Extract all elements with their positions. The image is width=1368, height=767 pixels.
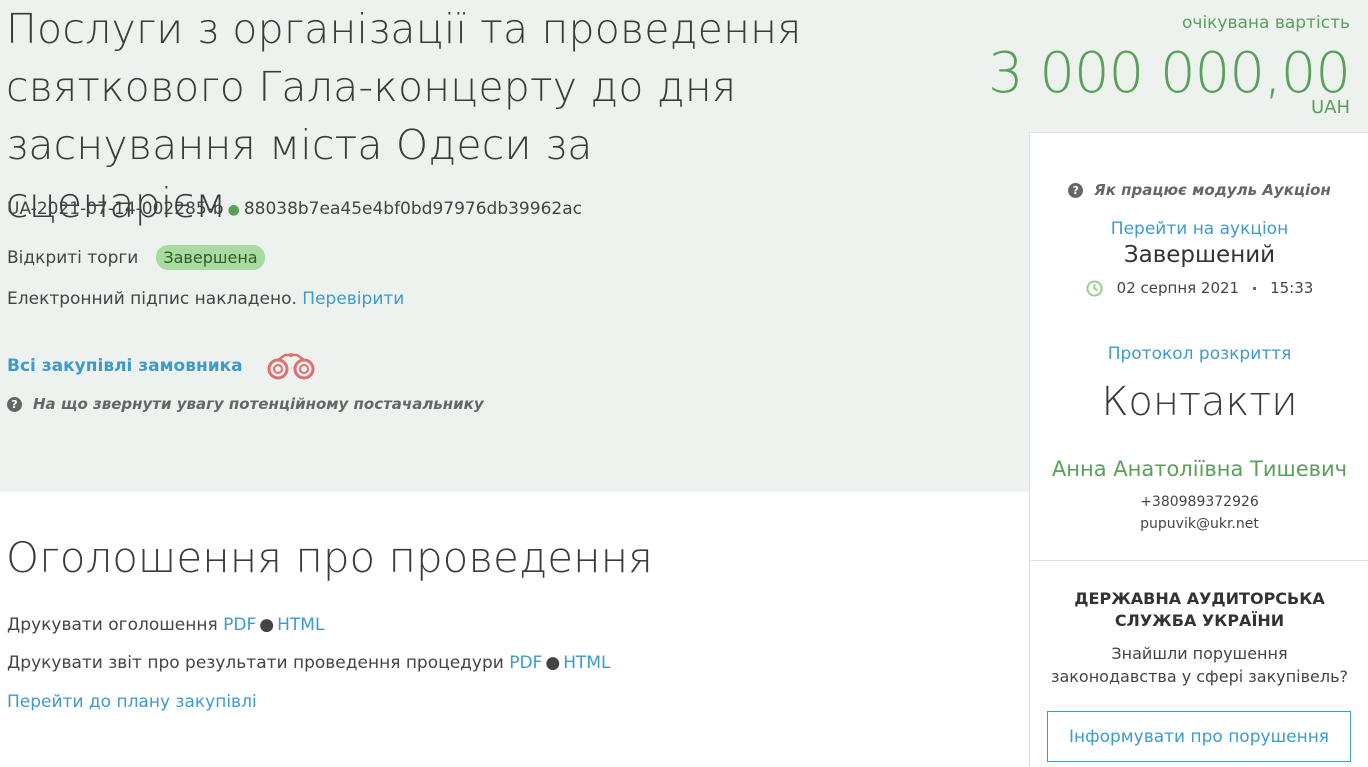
separator-dot: ● — [227, 202, 240, 218]
auction-date: 02 серпня 2021 — [1116, 279, 1240, 297]
verify-signature-link[interactable]: Перевірити — [302, 289, 404, 309]
contact-name: Анна Анатоліївна Тишевич — [1051, 457, 1348, 481]
separator-square — [1253, 286, 1257, 290]
separator-dot: ● — [545, 653, 561, 673]
auction-status: Завершений — [1123, 242, 1276, 268]
all-purchases-link[interactable]: Всі закупівлі замовника — [7, 356, 243, 376]
question-circle-icon: ? — [1068, 182, 1084, 198]
procurement-plan-link[interactable]: Перейти до плану закупівлі — [7, 692, 257, 712]
audit-service-title: ДЕРЖАВНА АУДИТОРСЬКА СЛУЖБА УКРАЇНИ — [1030, 588, 1368, 632]
tender-id: UA-2021-07-14-002285-b — [7, 199, 224, 219]
print-announcement-html-link[interactable]: HTML — [277, 615, 324, 635]
opening-protocol-link[interactable]: Протокол розкриття — [1030, 344, 1368, 364]
print-report-pdf-link[interactable]: PDF — [509, 653, 542, 673]
right-sidebar: ? Як працює модуль Аукціон Перейти на ау… — [1029, 132, 1368, 767]
auction-help-row[interactable]: ? Як працює модуль Аукціон — [1030, 181, 1368, 199]
print-report-label: Друкувати звіт про результати проведення… — [7, 653, 504, 673]
print-announcement-label: Друкувати оголошення — [7, 615, 218, 635]
supplier-help-row[interactable]: ? На що звернути увагу потенційному пост… — [7, 395, 484, 413]
contacts-title: Контакти — [1101, 379, 1298, 425]
print-announcement-row: Друкувати оголошення PDF ● HTML — [7, 615, 324, 635]
clock-icon — [1086, 279, 1103, 297]
procedure-type: Відкриті торги — [7, 247, 139, 268]
auction-time: 15:33 — [1270, 279, 1314, 297]
procedure-line: Відкриті торги Завершена — [7, 245, 265, 270]
contact-email: pupuvik@ukr.net — [1140, 516, 1259, 532]
report-violation-button[interactable]: Інформувати про порушення — [1047, 711, 1351, 762]
question-circle-icon: ? — [7, 396, 22, 412]
announcement-title: Оголошення про проведення — [6, 533, 653, 582]
separator-dot: ● — [259, 615, 275, 635]
auction-help-text[interactable]: Як працює модуль Аукціон — [1094, 181, 1331, 199]
audit-title-line1: ДЕРЖАВНА АУДИТОРСЬКА — [1074, 589, 1325, 608]
tender-hash: 88038b7ea45e4bf0bd97976db39962ac — [243, 199, 582, 219]
auction-datetime: 02 серпня 2021 15:33 — [1030, 279, 1368, 297]
tender-identifiers: UA-2021-07-14-002285-b ● 88038b7ea45e4bf0b… — [7, 199, 582, 219]
audit-title-line2: СЛУЖБА УКРАЇНИ — [1114, 611, 1285, 630]
expected-value-label: очікувана вартість — [1182, 13, 1350, 33]
print-report-html-link[interactable]: HTML — [563, 653, 610, 673]
signature-text: Електронний підпис накладено. — [7, 289, 297, 309]
contact-phone: +380989372926 — [1140, 494, 1259, 510]
go-to-auction-link[interactable]: Перейти на аукціон — [1030, 219, 1368, 239]
currency-label: UAH — [1310, 97, 1350, 118]
sidebar-divider — [1030, 560, 1368, 561]
tender-title: Послуги з організації та проведення свят… — [6, 5, 802, 227]
print-announcement-pdf-link[interactable]: PDF — [223, 615, 256, 635]
binoculars-icon[interactable] — [265, 352, 317, 380]
supplier-help-text[interactable]: На що звернути увагу потенційному постач… — [33, 395, 484, 413]
audit-service-text: Знайшли порушення законодавства у сфері … — [1030, 642, 1368, 688]
all-purchases-row: Всі закупівлі замовника — [7, 352, 317, 380]
signature-line: Електронний підпис накладено. Перевірити — [7, 289, 404, 309]
expected-value-amount: 3 000 000,00 — [987, 41, 1351, 106]
print-report-row: Друкувати звіт про результати проведення… — [7, 653, 611, 673]
audit-text-line2: законодавства у сфері закупівель? — [1050, 667, 1349, 686]
status-badge: Завершена — [156, 245, 265, 270]
audit-text-line1: Знайшли порушення — [1111, 644, 1288, 663]
